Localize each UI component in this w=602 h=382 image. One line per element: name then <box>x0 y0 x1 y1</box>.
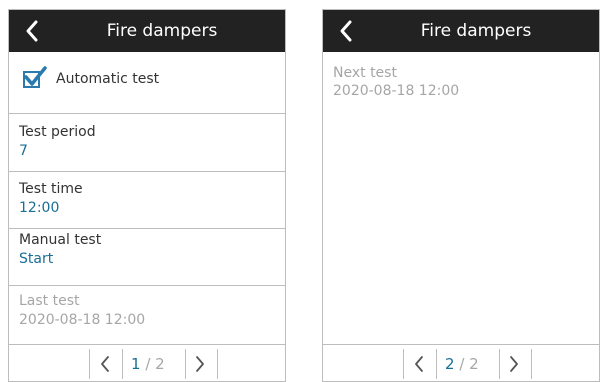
chevron-right-icon <box>510 356 518 372</box>
header-bar: Fire dampers <box>9 10 285 52</box>
test-time-label: Test time <box>19 181 83 197</box>
automatic-test-checkbox[interactable]: Automatic test <box>9 52 285 114</box>
prev-page-button[interactable] <box>98 354 112 374</box>
pager: 1 / 2 <box>89 349 221 379</box>
prev-page-button[interactable] <box>412 354 426 374</box>
fire-dampers-screen-page-1: Fire dampers Automatic test Test period … <box>8 9 286 382</box>
pagination-footer: 1 / 2 <box>9 344 285 381</box>
last-test-label: Last test <box>19 293 80 309</box>
header-bar: Fire dampers <box>323 10 599 52</box>
test-period-value: 7 <box>19 143 28 159</box>
back-button[interactable] <box>21 18 45 44</box>
manual-test-item[interactable]: Manual test Start <box>9 229 285 286</box>
page-separator: / <box>140 355 156 373</box>
pagination-footer: 2 / 2 <box>323 344 599 381</box>
pager-divider <box>122 349 123 379</box>
next-test-value: 2020-08-18 12:00 <box>333 83 460 99</box>
checkmark-icon <box>24 66 47 86</box>
test-time-value: 12:00 <box>19 200 60 216</box>
pager-divider <box>436 349 437 379</box>
pager-divider <box>403 349 404 379</box>
current-page: 2 <box>445 355 455 373</box>
next-page-button[interactable] <box>193 354 207 374</box>
chevron-left-icon <box>26 20 38 42</box>
test-period-item[interactable]: Test period 7 <box>9 114 285 172</box>
chevron-left-icon <box>415 356 423 372</box>
total-pages: 2 <box>155 355 165 373</box>
page-title: Fire dampers <box>420 21 532 41</box>
fire-dampers-screen-page-2: Fire dampers Next test 2020-08-18 12:00 … <box>322 9 600 382</box>
page-indicator: 2 / 2 <box>445 349 479 379</box>
page-title: Fire dampers <box>106 21 218 41</box>
back-button[interactable] <box>335 18 359 44</box>
pager: 2 / 2 <box>403 349 535 379</box>
current-page: 1 <box>131 355 141 373</box>
next-page-button[interactable] <box>507 354 521 374</box>
pager-divider <box>89 349 90 379</box>
total-pages: 2 <box>469 355 479 373</box>
page-separator: / <box>454 355 470 373</box>
manual-test-label: Manual test <box>19 232 102 248</box>
chevron-right-icon <box>196 356 204 372</box>
test-period-label: Test period <box>19 124 96 140</box>
pager-divider <box>499 349 500 379</box>
last-test-value: 2020-08-18 12:00 <box>19 312 146 328</box>
chevron-left-icon <box>340 20 352 42</box>
pager-divider <box>531 349 532 379</box>
chevron-left-icon <box>101 356 109 372</box>
pager-divider <box>185 349 186 379</box>
pager-divider <box>217 349 218 379</box>
automatic-test-label: Automatic test <box>56 71 160 87</box>
manual-test-value: Start <box>19 251 54 267</box>
page-indicator: 1 / 2 <box>131 349 165 379</box>
next-test-item: Next test 2020-08-18 12:00 <box>323 52 599 110</box>
last-test-item: Last test 2020-08-18 12:00 <box>9 286 285 345</box>
test-time-item[interactable]: Test time 12:00 <box>9 172 285 229</box>
next-test-label: Next test <box>333 65 397 81</box>
